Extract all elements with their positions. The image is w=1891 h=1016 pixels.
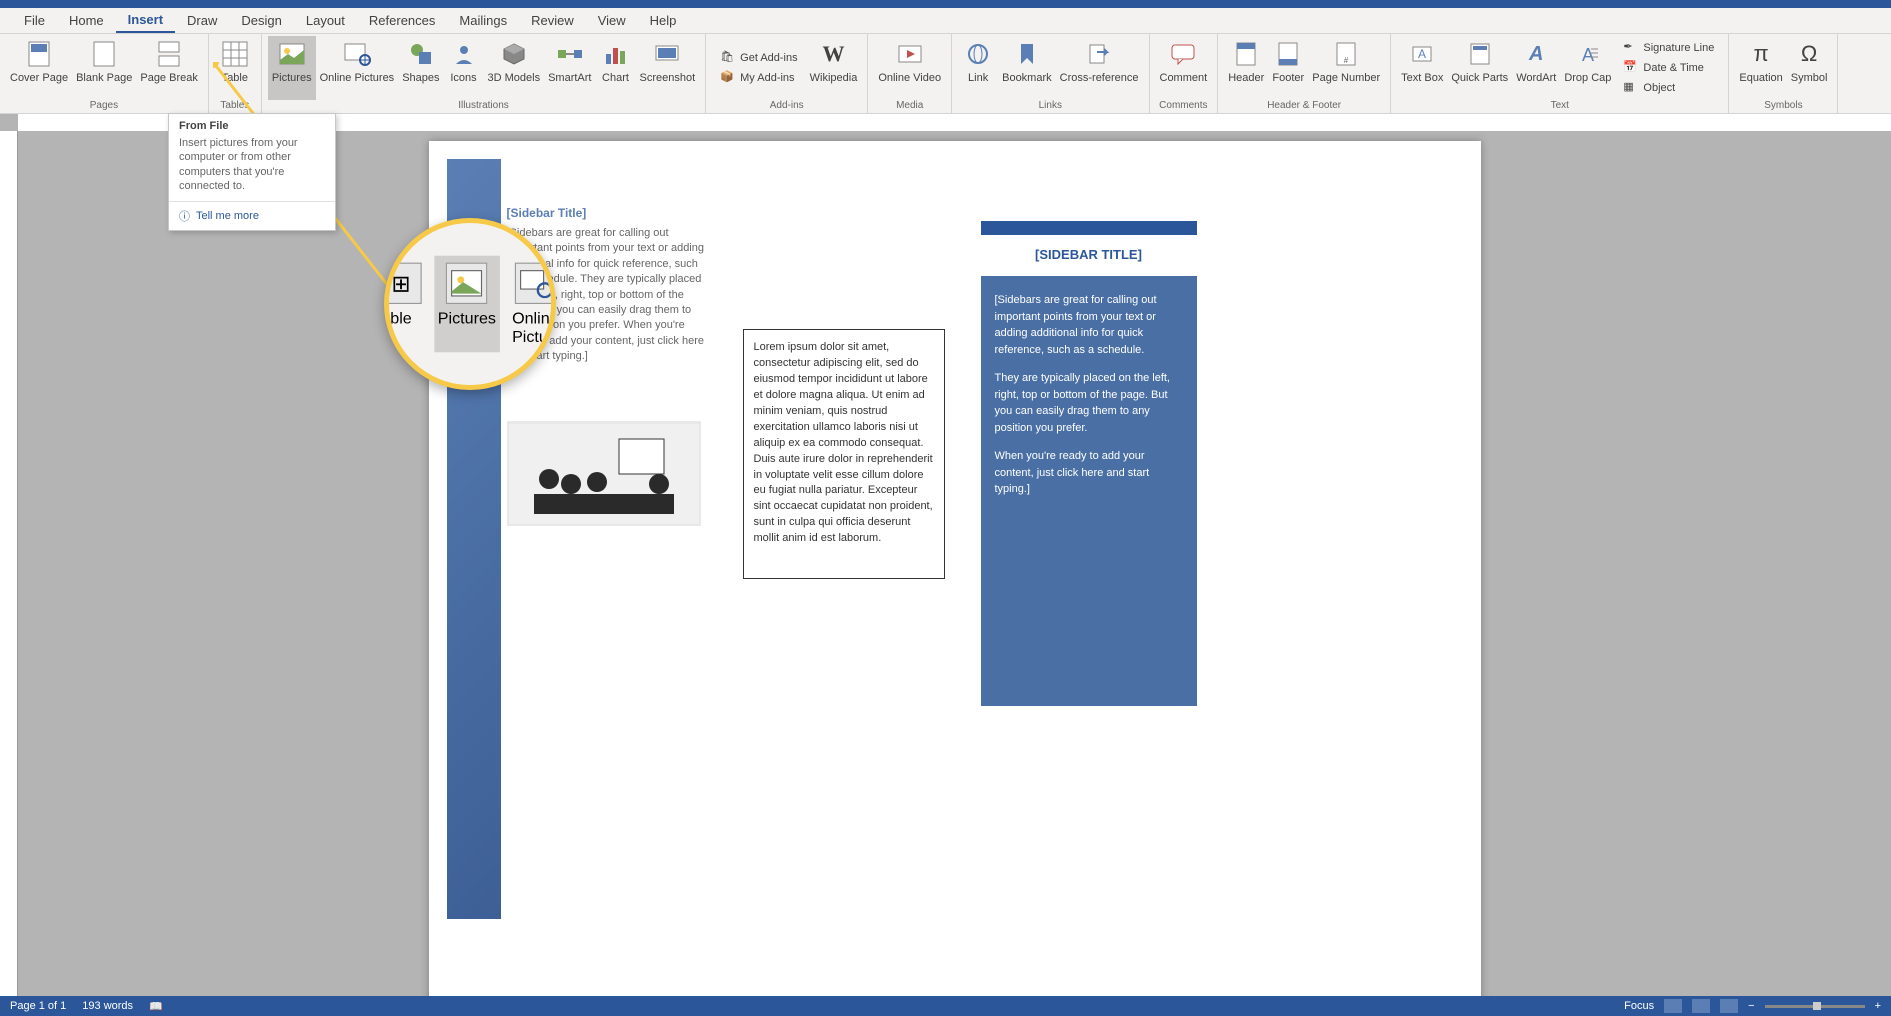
tab-references[interactable]: References (357, 9, 447, 32)
footer-button[interactable]: Footer (1268, 36, 1308, 100)
online-pictures-button[interactable]: Online Pictures (316, 36, 399, 100)
zoom-in-button[interactable]: + (1875, 1000, 1881, 1012)
text-group-label: Text (1397, 100, 1722, 113)
pages-group-label: Pages (6, 100, 202, 113)
cover-page-button[interactable]: Cover Page (6, 36, 72, 100)
addins-group-label: Add-ins (712, 100, 861, 113)
sidebar2-body[interactable]: [Sidebars are great for calling out impo… (981, 276, 1197, 706)
tooltip-title: From File (169, 114, 335, 134)
tab-review[interactable]: Review (519, 9, 586, 32)
document-area[interactable]: [Sidebar Title] [Sidebars are great for … (18, 131, 1891, 996)
signature-line-button[interactable]: ✒Signature Line (1619, 38, 1718, 58)
my-addins-button[interactable]: 📦My Add-ins (716, 68, 801, 88)
ribbon-tabs: File Home Insert Draw Design Layout Refe… (0, 8, 1891, 34)
tab-help[interactable]: Help (638, 9, 689, 32)
vertical-ruler[interactable] (0, 131, 18, 996)
magnifier-callout: ⊞ble Pictures Online Pictur (384, 218, 556, 390)
object-button[interactable]: ▦Object (1619, 78, 1718, 98)
ribbon: Cover Page Blank Page Page Break Pages T… (0, 34, 1891, 114)
page[interactable]: [Sidebar Title] [Sidebars are great for … (429, 141, 1481, 996)
sidebar2-title: [SIDEBAR TITLE] (981, 247, 1197, 262)
inserted-image[interactable] (507, 421, 701, 526)
tab-mailings[interactable]: Mailings (447, 9, 519, 32)
sidebar2-p3: When you're ready to add your content, j… (995, 448, 1183, 498)
text-box-button[interactable]: AText Box (1397, 36, 1447, 100)
lorem-textbox[interactable]: Lorem ipsum dolor sit amet, consectetur … (743, 329, 945, 579)
header-button[interactable]: Header (1224, 36, 1268, 100)
print-layout-button[interactable] (1692, 999, 1710, 1013)
read-mode-button[interactable] (1664, 999, 1682, 1013)
spellcheck-icon[interactable]: 📖 (149, 1000, 163, 1013)
svg-text:A: A (1418, 47, 1426, 61)
media-group-label: Media (874, 100, 945, 113)
tooltip-body: Insert pictures from your computer or fr… (169, 134, 335, 201)
mag-pictures-button: Pictures (434, 256, 499, 353)
web-layout-button[interactable] (1720, 999, 1738, 1013)
table-button[interactable]: Table (215, 36, 255, 100)
wordart-button[interactable]: AWordArt (1512, 36, 1560, 100)
sidebar2-p1: [Sidebars are great for calling out impo… (995, 292, 1183, 358)
svg-text:A: A (1582, 45, 1594, 65)
focus-mode-button[interactable]: Focus (1624, 1000, 1654, 1012)
symbol-button[interactable]: ΩSymbol (1787, 36, 1832, 100)
tab-insert[interactable]: Insert (116, 8, 175, 33)
bookmark-button[interactable]: Bookmark (998, 36, 1056, 100)
tab-draw[interactable]: Draw (175, 9, 229, 32)
quick-parts-button[interactable]: Quick Parts (1447, 36, 1512, 100)
online-video-button[interactable]: Online Video (874, 36, 945, 100)
word-count[interactable]: 193 words (82, 1000, 133, 1013)
help-icon: ⓘ (179, 208, 190, 224)
svg-text:#: # (1344, 56, 1349, 65)
tab-file[interactable]: File (12, 9, 57, 32)
link-button[interactable]: Link (958, 36, 998, 100)
zoom-out-button[interactable]: − (1748, 1000, 1754, 1012)
date-time-button[interactable]: 📅Date & Time (1619, 58, 1718, 78)
comment-insert-button[interactable]: Comment (1156, 36, 1212, 100)
tell-me-more-link[interactable]: ⓘTell me more (169, 201, 335, 230)
mag-table-fragment: ⊞ble (384, 256, 425, 353)
3d-models-button[interactable]: 3D Models (484, 36, 545, 100)
screenshot-button[interactable]: Screenshot (635, 36, 699, 100)
smartart-button[interactable]: SmartArt (544, 36, 595, 100)
blank-page-button[interactable]: Blank Page (72, 36, 136, 100)
tab-view[interactable]: View (586, 9, 638, 32)
chart-button[interactable]: Chart (595, 36, 635, 100)
links-group-label: Links (958, 100, 1142, 113)
shapes-button[interactable]: Shapes (398, 36, 443, 100)
mag-online-fragment: Online Pictur (509, 256, 556, 353)
sidebar2-p2: They are typically placed on the left, r… (995, 370, 1183, 436)
page-break-button[interactable]: Page Break (136, 36, 201, 100)
symbols-group-label: Symbols (1735, 100, 1831, 113)
illustrations-group-label: Illustrations (268, 100, 699, 113)
pictures-tooltip: From File Insert pictures from your comp… (168, 113, 336, 231)
tab-home[interactable]: Home (57, 9, 116, 32)
zoom-slider[interactable] (1765, 1005, 1865, 1008)
cross-reference-button[interactable]: Cross-reference (1056, 36, 1143, 100)
right-sidebar[interactable]: [SIDEBAR TITLE] [Sidebars are great for … (981, 221, 1197, 706)
equation-button[interactable]: πEquation (1735, 36, 1786, 100)
sidebar2-accent-bar (981, 221, 1197, 235)
status-bar: Page 1 of 1 193 words 📖 Focus − + (0, 996, 1891, 1016)
icons-button[interactable]: Icons (444, 36, 484, 100)
sidebar1-title: [Sidebar Title] (507, 206, 707, 220)
page-indicator[interactable]: Page 1 of 1 (10, 1000, 66, 1013)
tab-design[interactable]: Design (229, 9, 293, 32)
drop-cap-button[interactable]: ADrop Cap (1560, 36, 1615, 100)
pictures-button[interactable]: Pictures (268, 36, 316, 100)
comments-group-label: Comments (1156, 100, 1212, 113)
header-footer-group-label: Header & Footer (1224, 100, 1384, 113)
wikipedia-button[interactable]: WWikipedia (806, 36, 862, 100)
page-number-button[interactable]: #Page Number (1308, 36, 1384, 100)
tables-group-label: Tables (215, 100, 255, 113)
get-addins-button[interactable]: 🛍Get Add-ins (716, 48, 801, 68)
tab-layout[interactable]: Layout (294, 9, 357, 32)
